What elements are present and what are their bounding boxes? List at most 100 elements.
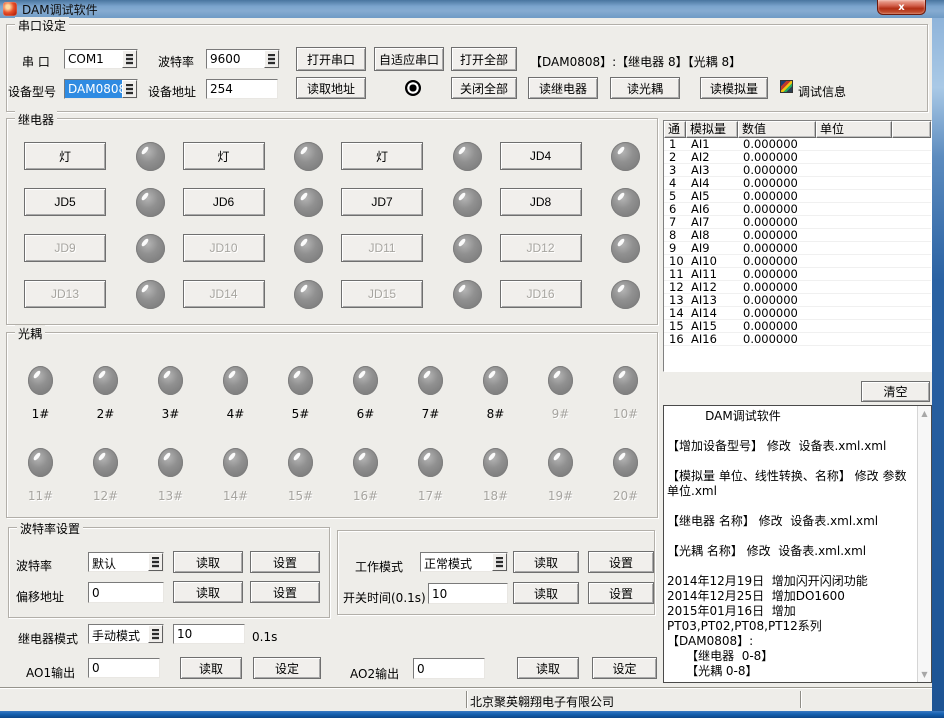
table-row[interactable]: 2 AI2 0.000000 [664, 151, 931, 164]
table-row[interactable]: 6 AI6 0.000000 [664, 203, 931, 216]
switch-time-read-button[interactable]: 读取 [513, 582, 579, 604]
scroll-up-icon[interactable]: ▲ [918, 407, 931, 420]
adaptive-serial-button[interactable]: 自适应串口 [374, 47, 444, 71]
relay-button[interactable]: JD7 [341, 188, 423, 216]
baud-read-button[interactable]: 读取 [173, 551, 243, 573]
ao2-set-button[interactable]: 设定 [592, 657, 657, 679]
clear-button[interactable]: 清空 [861, 381, 930, 402]
col-header-unit[interactable]: 单位 [816, 121, 892, 138]
relay-group-title: 继电器 [15, 111, 57, 128]
table-row[interactable]: 12 AI12 0.000000 [664, 281, 931, 294]
read-addr-button[interactable]: 读取地址 [296, 77, 366, 99]
offset-input[interactable] [88, 582, 164, 603]
table-row[interactable]: 16 AI16 0.000000 [664, 333, 931, 346]
cell-unit [816, 203, 892, 215]
addr-input[interactable] [206, 79, 278, 99]
open-all-button[interactable]: 打开全部 [451, 47, 517, 71]
debug-info-icon[interactable] [780, 80, 793, 93]
relay-button[interactable]: 灯 [341, 142, 423, 170]
log-scrollbar[interactable]: ▲ ▼ [917, 406, 931, 682]
chevron-down-icon[interactable] [148, 553, 163, 571]
col-header-channel[interactable]: 通 [664, 121, 686, 138]
read-relay-button[interactable]: 读继电器 [528, 77, 598, 99]
statusbar-divider [466, 691, 468, 708]
table-row[interactable]: 15 AI15 0.000000 [664, 320, 931, 333]
table-row[interactable]: 3 AI3 0.000000 [664, 164, 931, 177]
ao1-set-button[interactable]: 设定 [253, 657, 321, 679]
serial-group-title: 串口设定 [15, 17, 69, 34]
log-box[interactable]: DAM调试软件 【增加设备型号】 修改 设备表.xml.xml 【模拟量 单位、… [663, 405, 932, 683]
model-select[interactable]: DAM0808 [64, 79, 138, 99]
relay-button[interactable]: 灯 [183, 142, 265, 170]
cell-channel: 12 [664, 281, 686, 293]
relay-led-icon [453, 234, 482, 263]
baud-select[interactable]: 9600 [206, 49, 280, 69]
work-mode-select[interactable]: 正常模式 [420, 552, 508, 572]
ao1-read-button[interactable]: 读取 [180, 657, 242, 679]
port-select[interactable]: COM1 [64, 49, 138, 69]
relay-button[interactable]: JD15 [341, 280, 423, 308]
relay-button[interactable]: JD14 [183, 280, 265, 308]
read-analog-button[interactable]: 读模拟量 [700, 77, 768, 99]
table-row[interactable]: 4 AI4 0.000000 [664, 177, 931, 190]
table-row[interactable]: 1 AI1 0.000000 [664, 138, 931, 151]
addr-label: 设备地址 [148, 83, 196, 100]
chevron-down-icon[interactable] [264, 50, 279, 68]
close-icon[interactable]: x [877, 0, 926, 15]
table-row[interactable]: 8 AI8 0.000000 [664, 229, 931, 242]
relay-button[interactable]: JD16 [500, 280, 582, 308]
relay-led-icon [453, 188, 482, 217]
opto-led-icon [548, 448, 573, 477]
opto-label: 17# [418, 489, 443, 503]
relay-button[interactable]: JD6 [183, 188, 265, 216]
offset-set-button[interactable]: 设置 [250, 581, 320, 603]
opto-led-icon [288, 448, 313, 477]
chevron-down-icon[interactable] [492, 553, 507, 571]
baud-set-button[interactable]: 设置 [250, 551, 320, 573]
relay-time-input[interactable] [173, 624, 245, 644]
work-mode-set-button[interactable]: 设置 [588, 551, 654, 573]
relay-button[interactable]: JD9 [24, 234, 106, 262]
cell-name: AI2 [686, 151, 738, 163]
close-all-button[interactable]: 关闭全部 [451, 77, 517, 99]
read-opto-button[interactable]: 读光耦 [610, 77, 680, 99]
chevron-down-icon[interactable] [122, 50, 137, 68]
relay-button[interactable]: JD8 [500, 188, 582, 216]
cell-name: AI11 [686, 268, 738, 280]
analog-table-body: 1 AI1 0.000000 2 AI2 0.000000 3 AI3 [664, 138, 931, 346]
opto-led-icon [288, 366, 313, 395]
offset-read-button[interactable]: 读取 [173, 581, 243, 603]
table-row[interactable]: 14 AI14 0.000000 [664, 307, 931, 320]
open-serial-button[interactable]: 打开串口 [296, 47, 366, 71]
table-row[interactable]: 13 AI13 0.000000 [664, 294, 931, 307]
relay-button[interactable]: 灯 [24, 142, 106, 170]
table-row[interactable]: 9 AI9 0.000000 [664, 242, 931, 255]
relay-button[interactable]: JD12 [500, 234, 582, 262]
relay-button[interactable]: JD10 [183, 234, 265, 262]
relay-cell: JD9 [18, 234, 177, 263]
relay-button[interactable]: JD4 [500, 142, 582, 170]
table-row[interactable]: 5 AI5 0.000000 [664, 190, 931, 203]
ao2-read-button[interactable]: 读取 [517, 657, 579, 679]
table-row[interactable]: 7 AI7 0.000000 [664, 216, 931, 229]
relay-button[interactable]: JD13 [24, 280, 106, 308]
relay-mode-select[interactable]: 手动模式 [88, 624, 164, 644]
opto-cell: 15# [268, 448, 333, 530]
relay-button[interactable]: JD11 [341, 234, 423, 262]
work-mode-read-button[interactable]: 读取 [513, 551, 579, 573]
col-header-value[interactable]: 数值 [738, 121, 816, 138]
ao2-input[interactable] [413, 658, 485, 679]
relay-button[interactable]: JD5 [24, 188, 106, 216]
ao1-input[interactable] [88, 658, 160, 678]
table-row[interactable]: 10 AI10 0.000000 [664, 255, 931, 268]
work-mode-label: 工作模式 [355, 558, 403, 575]
chevron-down-icon[interactable] [148, 625, 163, 643]
opto-cell: 5# [268, 366, 333, 448]
chevron-down-icon[interactable] [122, 80, 137, 98]
baud-setting-select[interactable]: 默认 [88, 552, 164, 572]
table-row[interactable]: 11 AI11 0.000000 [664, 268, 931, 281]
scroll-down-icon[interactable]: ▼ [918, 668, 931, 681]
col-header-name[interactable]: 模拟量 [686, 121, 738, 138]
switch-time-set-button[interactable]: 设置 [588, 582, 654, 604]
switch-time-input[interactable] [428, 583, 508, 604]
